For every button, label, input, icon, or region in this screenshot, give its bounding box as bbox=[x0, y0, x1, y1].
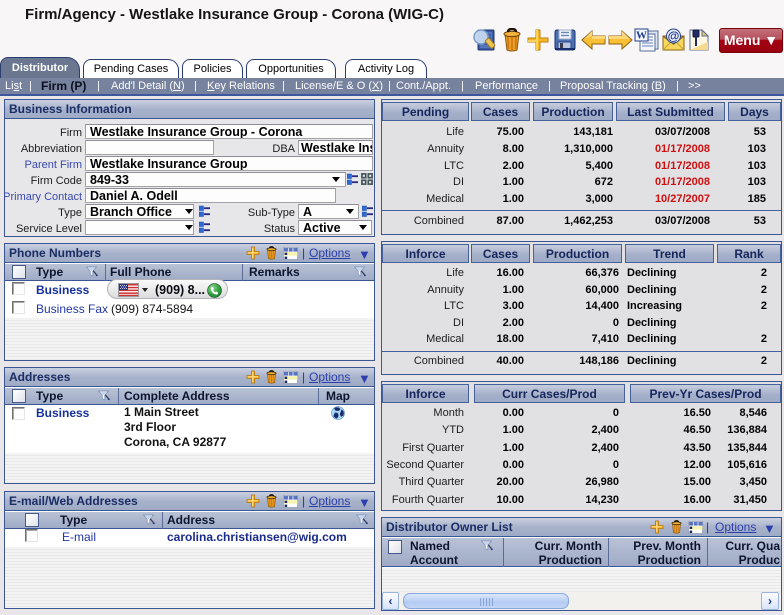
svg-text:W: W bbox=[636, 30, 647, 42]
svg-text:@: @ bbox=[668, 29, 680, 43]
